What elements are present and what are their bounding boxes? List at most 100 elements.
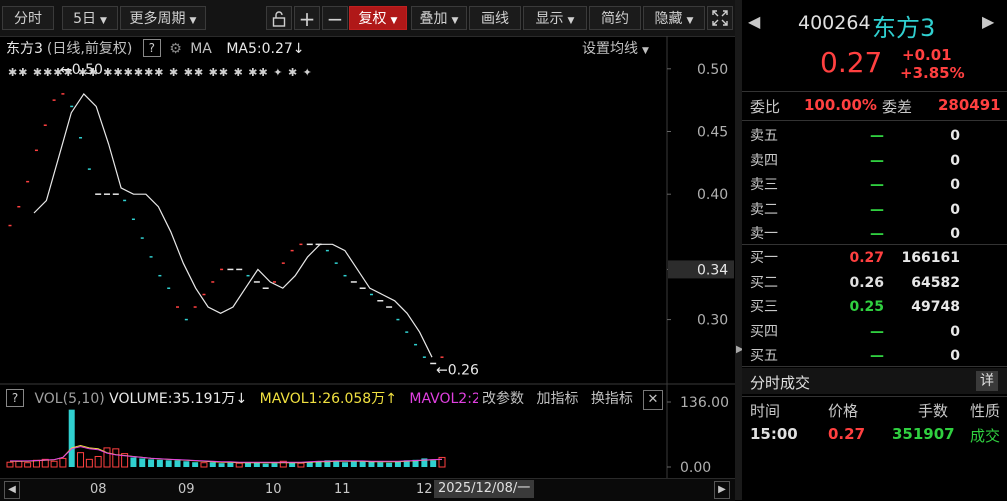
weicha-value: 280491 xyxy=(938,96,1001,114)
date-tick: 12 xyxy=(416,482,433,497)
panel-prev-icon[interactable]: ◀ xyxy=(748,12,760,31)
huaxian-button[interactable]: 画线 xyxy=(469,6,521,30)
ask-volume: 0 xyxy=(950,226,960,242)
trades-detail-button[interactable]: 详 xyxy=(976,371,998,391)
ask-row[interactable]: 卖五 — 0 xyxy=(750,124,1000,148)
volume-bar xyxy=(315,461,322,467)
period-label: 5日 xyxy=(73,11,96,27)
ask-price: — xyxy=(870,152,884,169)
mavol2-value: MAVOL2:2 xyxy=(409,391,481,407)
plus-icon: + xyxy=(298,7,316,31)
switch-indicator-button[interactable]: 换指标 xyxy=(591,391,633,407)
bid-price: 0.26 xyxy=(849,274,884,291)
chevron-down-icon: ▼ xyxy=(686,16,694,26)
ask-price: — xyxy=(870,177,884,193)
date-tick: 10 xyxy=(265,482,282,497)
bid-label: 买五 xyxy=(750,348,778,364)
bid-label: 买三 xyxy=(750,299,778,315)
divider xyxy=(742,366,1007,367)
bid-volume: 49748 xyxy=(911,299,960,315)
ask-price: — xyxy=(870,226,884,242)
diejia-select[interactable]: 叠加 ▼ xyxy=(411,6,467,30)
trade-nature: 成交 xyxy=(970,427,1001,445)
volume-bar xyxy=(209,462,216,467)
panel-next-icon[interactable]: ▶ xyxy=(982,12,994,31)
jianyue-button[interactable]: 简约 xyxy=(589,6,641,30)
ask-label: 卖二 xyxy=(750,201,778,218)
add-indicator-button[interactable]: 加指标 xyxy=(536,391,578,407)
bid-row[interactable]: 买五 — 0 xyxy=(750,344,1000,368)
trade-header-time: 时间 xyxy=(750,402,781,420)
quote-panel: ◀ ▶ 400264 东方3 0.27 +0.01 +3.85% 委比 100.… xyxy=(742,0,1007,500)
xianshi-select[interactable]: 显示 ▼ xyxy=(523,6,587,30)
volume-bar xyxy=(333,461,340,467)
bid-volume: 166161 xyxy=(901,250,960,266)
more-period-select[interactable]: 更多周期 ▼ xyxy=(120,6,206,30)
ask-volume: 0 xyxy=(950,201,960,218)
weicha-label: 委差 xyxy=(882,98,913,116)
mavol2-line xyxy=(10,446,443,463)
toolbar: 分时 5日 ▼ 更多周期 ▼ + − 复权 ▼ 叠加 ▼ 画线 显示 ▼ 简约 隐藏 ▼ xyxy=(0,0,735,37)
bid-volume: 0 xyxy=(950,323,960,340)
trade-qty: 351907 xyxy=(892,425,955,443)
yincang-label: 隐藏 xyxy=(654,11,683,27)
fuquan-select[interactable]: 复权 ▼ xyxy=(349,6,407,30)
scroll-right-button[interactable]: ▶ xyxy=(714,481,730,499)
volume-help-button[interactable]: ? xyxy=(6,389,24,407)
ask-volume: 0 xyxy=(950,177,960,193)
volume-arrow: ↓ xyxy=(235,391,248,407)
bid-row[interactable]: 买三 0.25 49748 xyxy=(750,295,1000,319)
ma5-line xyxy=(33,92,433,358)
volume-bar xyxy=(306,462,313,467)
current-price: 0.27 xyxy=(820,46,883,79)
period-select[interactable]: 5日 ▼ xyxy=(62,6,118,30)
more-period-label: 更多周期 xyxy=(129,11,186,27)
weibi-label: 委比 xyxy=(750,98,781,116)
volume-bar xyxy=(103,447,111,468)
volume-bar xyxy=(386,462,393,467)
tab-fenshi[interactable]: 分时 xyxy=(2,6,54,30)
high-annotation: ←0.50 xyxy=(60,62,103,78)
jianyue-label: 简约 xyxy=(601,11,629,27)
ask-row[interactable]: 卖四 — 0 xyxy=(750,149,1000,173)
volume-bar xyxy=(156,459,163,467)
bid-price: 0.27 xyxy=(849,250,884,266)
divider xyxy=(742,244,1007,245)
bid-row[interactable]: 买二 0.26 64582 xyxy=(750,271,1000,295)
zoom-in-button[interactable]: + xyxy=(294,6,320,31)
volume-bar xyxy=(59,457,67,468)
volume-bar xyxy=(192,462,199,467)
bid-row[interactable]: 买四 — 0 xyxy=(750,320,1000,344)
mavol1-value: MAVOL1:26.058万 xyxy=(259,391,386,407)
diejia-label: 叠加 xyxy=(419,11,448,27)
expand-icon xyxy=(712,10,728,26)
chevron-down-icon: ▼ xyxy=(567,16,575,26)
bid-row[interactable]: 买一 0.27 166161 xyxy=(750,246,1000,270)
volume-bar xyxy=(130,457,137,467)
close-volume-button[interactable]: ✕ xyxy=(643,390,663,410)
panel-divider[interactable] xyxy=(735,0,742,500)
scroll-left-button[interactable]: ◀ xyxy=(4,481,20,499)
yincang-select[interactable]: 隐藏 ▼ xyxy=(643,6,705,30)
price-tick-label: 0.45 xyxy=(697,125,728,141)
chevron-left-icon: ◀ xyxy=(8,484,16,495)
divider xyxy=(742,396,1007,397)
ask-row[interactable]: 卖二 — 0 xyxy=(750,198,1000,222)
price-tick-label: 0.40 xyxy=(697,187,728,203)
ask-row[interactable]: 卖一 — 0 xyxy=(750,222,1000,246)
volume-bar xyxy=(368,461,375,467)
volume-value: VOLUME:35.191万 xyxy=(109,391,236,407)
volume-bar xyxy=(289,462,296,467)
volume-tick-label: 0.00 xyxy=(680,460,711,476)
kline-chart[interactable]: 0.500.450.400.340.300.34✱✱ ✱✱✱✱ ✱✱ ✱✱✱✱✱… xyxy=(0,36,736,500)
zoom-out-button[interactable]: − xyxy=(322,6,348,31)
bid-label: 买四 xyxy=(750,323,778,340)
low-annotation: ←0.26 xyxy=(436,363,479,379)
volume-bar xyxy=(112,448,120,468)
change-params-button[interactable]: 改参数 xyxy=(482,391,524,407)
chevron-right-icon: ▶ xyxy=(718,484,726,495)
ask-row[interactable]: 卖三 — 0 xyxy=(750,173,1000,197)
expand-button[interactable] xyxy=(707,6,733,30)
unlock-button[interactable] xyxy=(266,6,292,30)
ask-volume: 0 xyxy=(950,152,960,169)
